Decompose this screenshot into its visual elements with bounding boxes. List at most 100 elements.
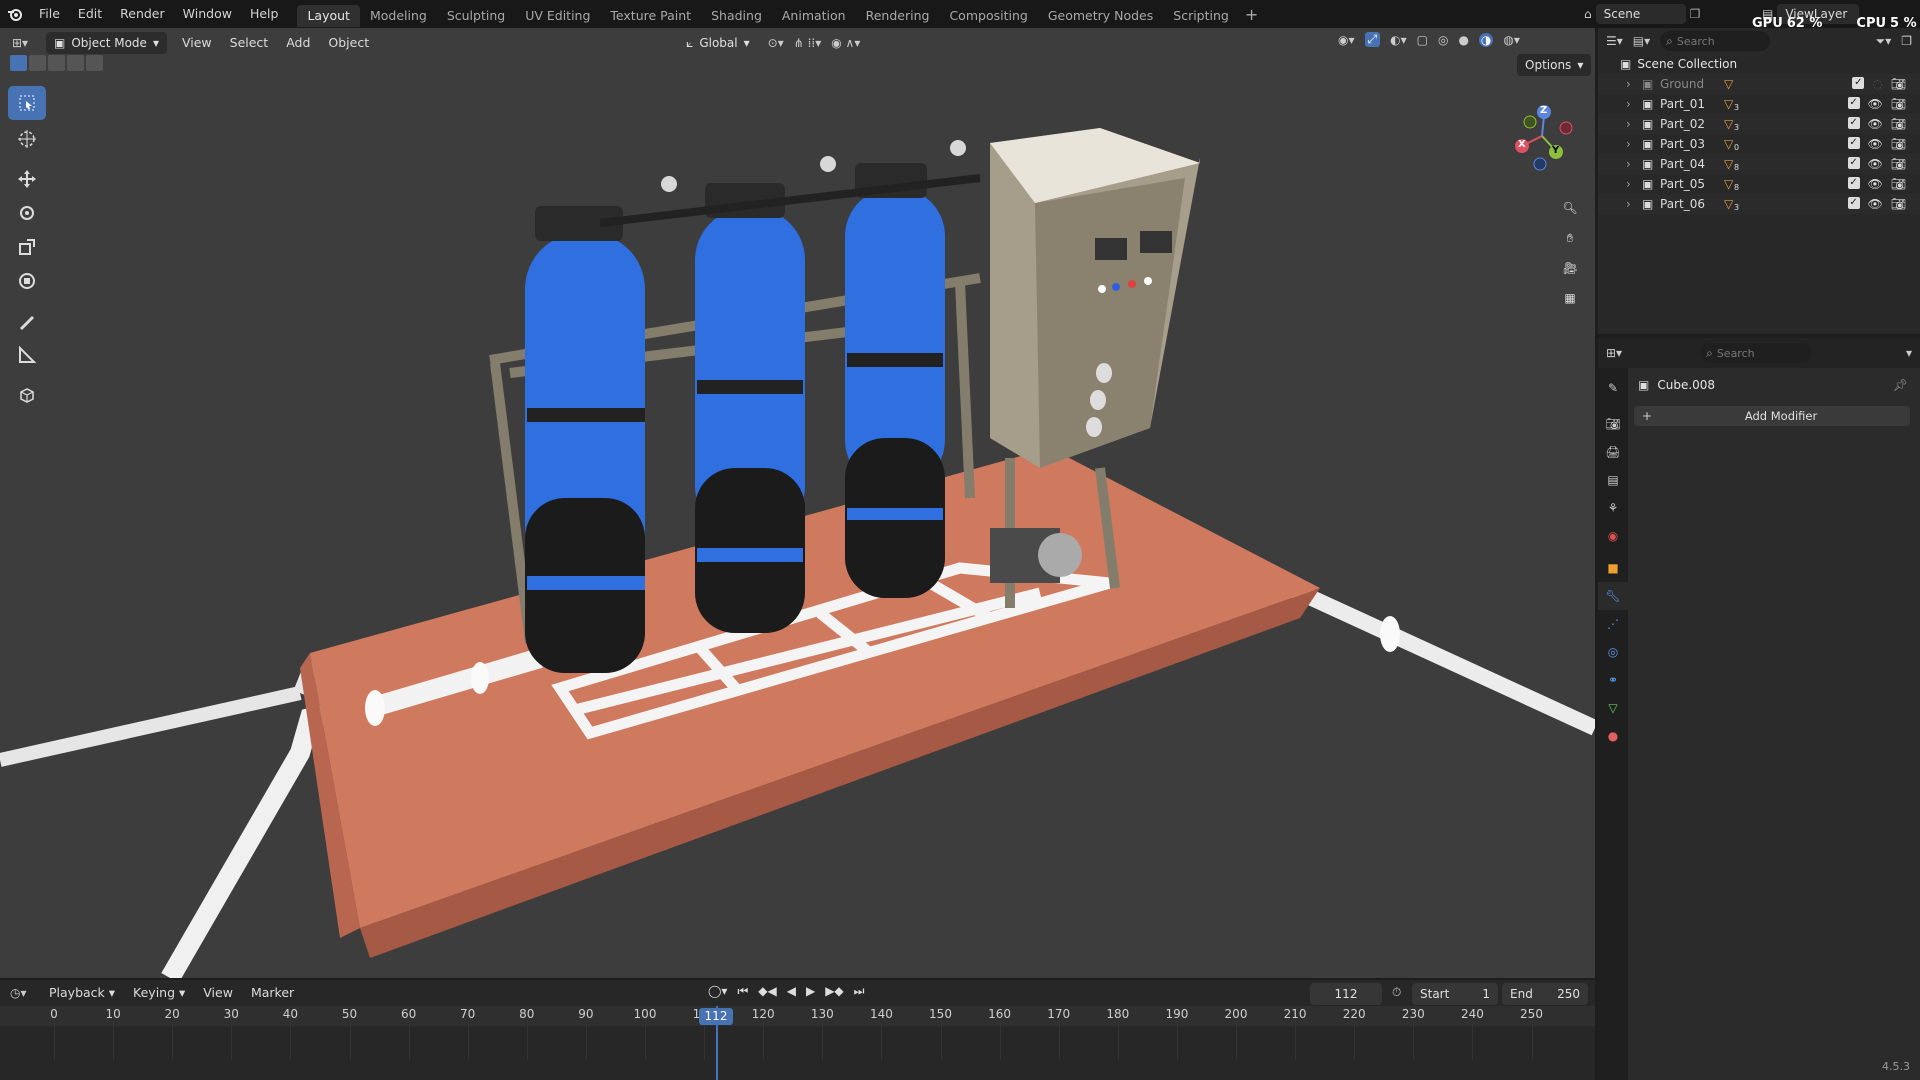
eye-icon[interactable]: 👁︎ bbox=[1868, 157, 1883, 171]
tank-1[interactable] bbox=[525, 206, 645, 673]
outliner-item[interactable]: › ▣ Part_01 ▽ 3 ✓ 👁︎ 📷︎ bbox=[1598, 94, 1920, 114]
eye-icon[interactable]: 👁︎ bbox=[1868, 117, 1883, 131]
collection-icon: ▣ bbox=[1642, 97, 1654, 111]
tab-modeling[interactable]: Modeling bbox=[360, 5, 437, 27]
expand-chevron-icon[interactable]: › bbox=[1626, 97, 1642, 111]
blender-logo-icon[interactable] bbox=[0, 0, 30, 28]
exclude-checkbox[interactable]: ✓ bbox=[1847, 157, 1860, 169]
tab-compositing[interactable]: Compositing bbox=[939, 5, 1037, 27]
physics-tab-icon[interactable]: ◎ bbox=[1598, 638, 1628, 666]
version-label: 4.5.3 bbox=[1882, 1060, 1910, 1073]
pipe-right[interactable] bbox=[1286, 580, 1595, 736]
new-scene-icon[interactable]: ❐ bbox=[1690, 7, 1701, 21]
view-layer-tab-icon[interactable]: ▤ bbox=[1598, 466, 1628, 494]
object-name[interactable]: Cube.008 bbox=[1657, 378, 1715, 392]
camera-icon[interactable]: 📷︎ bbox=[1891, 137, 1906, 151]
exclude-checkbox[interactable]: ✓ bbox=[1852, 77, 1865, 89]
filter-icon[interactable]: ⏷▾ bbox=[1876, 34, 1892, 49]
expand-chevron-icon[interactable]: › bbox=[1626, 77, 1642, 91]
outliner-item[interactable]: › ▣ Part_03 ▽ 0 ✓ 👁︎ 📷︎ bbox=[1598, 134, 1920, 154]
properties-editor-icon[interactable]: ⊞▾ bbox=[1606, 346, 1622, 360]
outliner-item[interactable]: › ▣ Part_05 ▽ 8 ✓ 👁︎ 📷︎ bbox=[1598, 174, 1920, 194]
eye-icon[interactable]: 👁︎ bbox=[1868, 137, 1883, 151]
modifier-tab-icon[interactable]: 🔧︎ bbox=[1598, 582, 1628, 610]
outliner-item[interactable]: › ▣ Part_06 ▽ 3 ✓ 👁︎ 📷︎ bbox=[1598, 194, 1920, 214]
tab-texture-paint[interactable]: Texture Paint bbox=[600, 5, 701, 27]
concrete-base[interactable] bbox=[300, 448, 1320, 958]
eye-icon[interactable]: 👁︎ bbox=[1868, 197, 1883, 211]
outliner-item[interactable]: › ▣ Part_02 ▽ 3 ✓ 👁︎ 📷︎ bbox=[1598, 114, 1920, 134]
output-tab-icon[interactable]: 🖨︎ bbox=[1598, 438, 1628, 466]
mesh-count-badge: 3 bbox=[1734, 202, 1740, 212]
object-tab-icon[interactable]: ■ bbox=[1598, 554, 1628, 582]
exclude-checkbox[interactable]: ✓ bbox=[1847, 197, 1860, 209]
playhead-label[interactable]: 112 bbox=[699, 1008, 733, 1025]
menu-edit[interactable]: Edit bbox=[69, 0, 111, 28]
frame-grid-line bbox=[704, 1020, 706, 1060]
mesh-icon: ▽ bbox=[1724, 117, 1734, 131]
menu-help[interactable]: Help bbox=[241, 0, 288, 28]
outliner-list: › ▣ Ground ▽ ✓ ◌ 📷︎ › ▣ Part_01 ▽ 3 ✓ 👁︎ 📷︎ › ▣ Part_02 ▽ 3… bbox=[1598, 74, 1920, 214]
frame-tick-label: 190 bbox=[1165, 1007, 1189, 1021]
constraints-tab-icon[interactable]: ⚭ bbox=[1598, 666, 1628, 694]
mesh-count-badge: 8 bbox=[1734, 162, 1740, 172]
3d-viewport[interactable]: ⊞▾ ▣ Object Mode ▾ View Select Add Object ⟀… bbox=[0, 28, 1595, 978]
camera-icon[interactable]: 📷︎ bbox=[1891, 97, 1906, 111]
tab-geometry-nodes[interactable]: Geometry Nodes bbox=[1038, 5, 1163, 27]
scene-icon[interactable]: ⌂ bbox=[1584, 7, 1592, 21]
tab-rendering[interactable]: Rendering bbox=[856, 5, 940, 27]
camera-icon[interactable]: 📷︎ bbox=[1891, 157, 1906, 171]
tool-tab-icon[interactable]: ✎ bbox=[1598, 374, 1628, 402]
expand-chevron-icon[interactable]: › bbox=[1626, 137, 1642, 151]
particles-tab-icon[interactable]: ⋰ bbox=[1598, 610, 1628, 638]
expand-chevron-icon[interactable]: › bbox=[1626, 197, 1642, 211]
camera-icon[interactable]: 📷︎ bbox=[1891, 177, 1906, 191]
add-workspace-button[interactable]: + bbox=[1239, 5, 1264, 24]
exclude-checkbox[interactable]: ✓ bbox=[1847, 117, 1860, 129]
exclude-checkbox[interactable]: ✓ bbox=[1847, 177, 1860, 189]
tab-animation[interactable]: Animation bbox=[772, 5, 856, 27]
tab-scripting[interactable]: Scripting bbox=[1163, 5, 1239, 27]
expand-chevron-icon[interactable]: › bbox=[1626, 177, 1642, 191]
tab-shading[interactable]: Shading bbox=[701, 5, 772, 27]
scene-render[interactable] bbox=[0, 28, 1595, 978]
frame-grid-line bbox=[881, 1020, 883, 1060]
camera-icon[interactable]: 📷︎ bbox=[1891, 197, 1906, 211]
expand-chevron-icon[interactable]: › bbox=[1626, 117, 1642, 131]
tab-uv-editing[interactable]: UV Editing bbox=[515, 5, 600, 27]
outliner-search[interactable]: ⌕ Search bbox=[1660, 31, 1771, 51]
menu-render[interactable]: Render bbox=[111, 0, 174, 28]
pin-icon[interactable]: 📌︎ bbox=[1893, 378, 1908, 392]
pump[interactable] bbox=[990, 528, 1082, 583]
exclude-checkbox[interactable]: ✓ bbox=[1847, 137, 1860, 149]
material-tab-icon[interactable]: ● bbox=[1598, 722, 1628, 750]
properties-search[interactable]: ⌕ Search bbox=[1700, 343, 1813, 363]
eye-icon[interactable]: ◌ bbox=[1872, 77, 1882, 91]
outliner-root[interactable]: ▣ Scene Collection bbox=[1598, 54, 1920, 74]
outliner-item[interactable]: › ▣ Part_04 ▽ 8 ✓ 👁︎ 📷︎ bbox=[1598, 154, 1920, 174]
expand-chevron-icon[interactable]: › bbox=[1626, 157, 1642, 171]
camera-icon[interactable]: 📷︎ bbox=[1891, 77, 1906, 91]
tab-layout[interactable]: Layout bbox=[297, 4, 360, 27]
tab-sculpting[interactable]: Sculpting bbox=[437, 5, 515, 27]
tank-3[interactable] bbox=[845, 163, 945, 598]
chevron-down-icon[interactable]: ▾ bbox=[1906, 346, 1912, 360]
camera-icon[interactable]: 📷︎ bbox=[1891, 117, 1906, 131]
outliner-editor-icon[interactable]: ☰▾ bbox=[1606, 34, 1623, 48]
scene-selector[interactable]: Scene bbox=[1595, 4, 1686, 24]
data-tab-icon[interactable]: ▽ bbox=[1598, 694, 1628, 722]
world-tab-icon[interactable]: ◉ bbox=[1598, 522, 1628, 550]
frame-grid-line bbox=[1236, 1020, 1237, 1060]
exclude-checkbox[interactable]: ✓ bbox=[1847, 97, 1860, 109]
render-tab-icon[interactable]: 📷︎ bbox=[1598, 410, 1628, 438]
eye-icon[interactable]: 👁︎ bbox=[1868, 97, 1883, 111]
eye-icon[interactable]: 👁︎ bbox=[1868, 177, 1883, 191]
menu-file[interactable]: File bbox=[30, 0, 69, 28]
new-collection-icon[interactable]: ❐ bbox=[1901, 34, 1912, 48]
add-modifier-button[interactable]: + Add Modifier bbox=[1634, 406, 1910, 426]
tank-2[interactable] bbox=[695, 183, 805, 633]
outliner-item[interactable]: › ▣ Ground ▽ ✓ ◌ 📷︎ bbox=[1598, 74, 1920, 94]
scene-tab-icon[interactable]: ⚘ bbox=[1598, 494, 1628, 522]
menu-window[interactable]: Window bbox=[174, 0, 241, 28]
display-mode-icon[interactable]: ▤▾ bbox=[1633, 34, 1650, 48]
